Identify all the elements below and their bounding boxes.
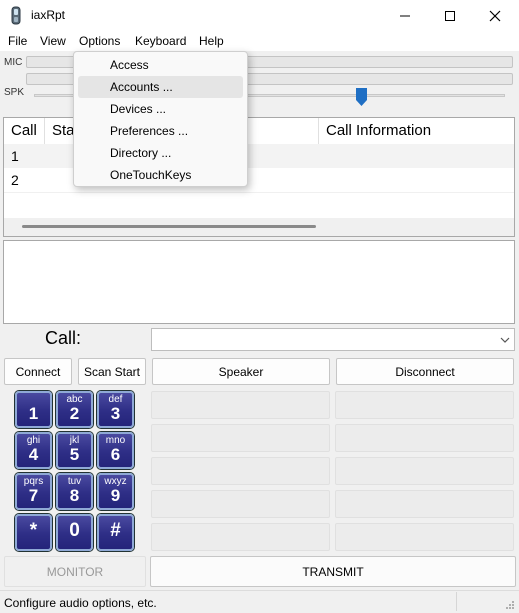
function-button-2[interactable] bbox=[335, 391, 514, 419]
function-button-5[interactable] bbox=[151, 457, 330, 485]
keypad-8[interactable]: tuv 8 bbox=[56, 473, 93, 510]
keypad-3[interactable]: def 3 bbox=[97, 391, 134, 428]
function-button-7[interactable] bbox=[151, 490, 330, 518]
menu-item-directory[interactable]: Directory ... bbox=[78, 142, 243, 164]
keypad-9[interactable]: wxyz 9 bbox=[97, 473, 134, 510]
menu-item-accounts[interactable]: Accounts ... bbox=[78, 76, 243, 98]
speaker-button[interactable]: Speaker bbox=[152, 358, 330, 385]
keypad-7[interactable]: pqrs 7 bbox=[15, 473, 52, 510]
connect-button[interactable]: Connect bbox=[4, 358, 72, 385]
keypad-2[interactable]: abc 2 bbox=[56, 391, 93, 428]
function-button-4[interactable] bbox=[335, 424, 514, 452]
window-title: iaxRpt bbox=[31, 8, 66, 22]
menu-item-access[interactable]: Access bbox=[78, 54, 243, 76]
menu-item-onetouchkeys[interactable]: OneTouchKeys bbox=[78, 164, 243, 186]
chevron-down-icon[interactable] bbox=[500, 337, 510, 343]
menu-options[interactable]: Options bbox=[75, 31, 124, 51]
call-label: Call: bbox=[45, 328, 82, 348]
disconnect-button[interactable]: Disconnect bbox=[336, 358, 514, 385]
menu-file[interactable]: File bbox=[4, 31, 31, 51]
menu-item-preferences[interactable]: Preferences ... bbox=[78, 120, 243, 142]
function-button-8[interactable] bbox=[335, 490, 514, 518]
function-button-9[interactable] bbox=[151, 523, 330, 551]
keypad-0[interactable]: 0 bbox=[56, 514, 93, 551]
close-icon bbox=[489, 10, 501, 21]
transmit-button[interactable]: TRANSMIT bbox=[150, 556, 516, 587]
keypad-4[interactable]: ghi 4 bbox=[15, 432, 52, 469]
keypad-hash[interactable]: # bbox=[97, 514, 134, 551]
function-button-6[interactable] bbox=[335, 457, 514, 485]
keypad-star[interactable]: * bbox=[15, 514, 52, 551]
scrollbar-thumb[interactable] bbox=[22, 225, 316, 228]
speaker-volume-thumb[interactable] bbox=[356, 88, 367, 106]
mic-label: MIC bbox=[4, 57, 23, 68]
message-area[interactable] bbox=[3, 240, 515, 324]
status-text: Configure audio options, etc. bbox=[4, 596, 157, 610]
options-dropdown-menu: Access Accounts ... Devices ... Preferen… bbox=[73, 51, 248, 187]
maximize-button[interactable] bbox=[427, 0, 473, 31]
minimize-button[interactable] bbox=[382, 0, 428, 31]
resize-grip-icon[interactable] bbox=[505, 599, 515, 609]
menu-help[interactable]: Help bbox=[195, 31, 228, 51]
scan-start-button[interactable]: Scan Start bbox=[78, 358, 146, 385]
call-combo-box[interactable] bbox=[151, 328, 515, 351]
call-row-empty bbox=[4, 192, 514, 216]
menu-view[interactable]: View bbox=[36, 31, 70, 51]
function-button-10[interactable] bbox=[335, 523, 514, 551]
app-icon bbox=[9, 6, 23, 25]
maximize-icon bbox=[445, 10, 455, 21]
monitor-button[interactable]: MONITOR bbox=[4, 556, 146, 587]
status-divider bbox=[456, 592, 457, 611]
col-call-information[interactable]: Call Information bbox=[319, 118, 514, 144]
horizontal-scrollbar[interactable] bbox=[4, 218, 514, 236]
close-button[interactable] bbox=[472, 0, 518, 31]
keypad-6[interactable]: mno 6 bbox=[97, 432, 134, 469]
keypad-5[interactable]: jkl 5 bbox=[56, 432, 93, 469]
function-button-1[interactable] bbox=[151, 391, 330, 419]
minimize-icon bbox=[400, 15, 410, 16]
menu-keyboard[interactable]: Keyboard bbox=[131, 31, 190, 51]
function-button-3[interactable] bbox=[151, 424, 330, 452]
spk-label: SPK bbox=[4, 87, 25, 98]
menu-item-devices[interactable]: Devices ... bbox=[78, 98, 243, 120]
keypad-1[interactable]: 1 bbox=[15, 391, 52, 428]
col-call[interactable]: Call bbox=[4, 118, 45, 144]
